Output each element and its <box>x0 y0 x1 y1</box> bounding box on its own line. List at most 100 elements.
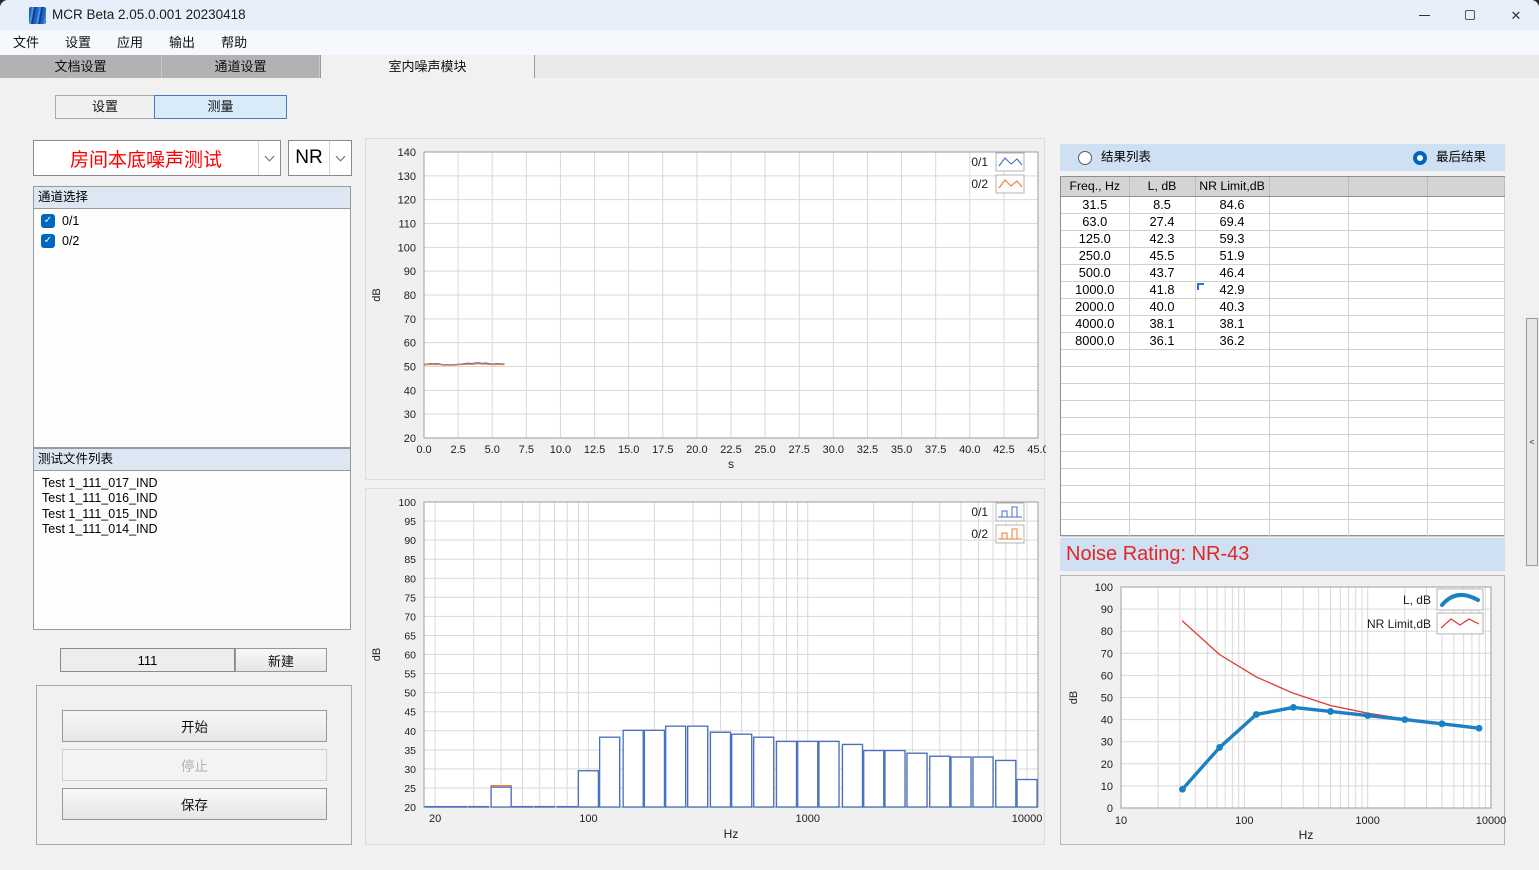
table-cell[interactable] <box>1348 400 1427 417</box>
table-cell[interactable] <box>1129 434 1195 451</box>
table-cell[interactable] <box>1061 417 1129 434</box>
table-cell[interactable]: 51.9 <box>1195 247 1269 264</box>
table-cell[interactable]: 42.9 <box>1195 281 1269 298</box>
table-cell[interactable] <box>1061 383 1129 400</box>
table-cell[interactable] <box>1427 332 1504 349</box>
table-cell[interactable] <box>1269 400 1348 417</box>
test-name-input[interactable] <box>60 648 235 672</box>
table-cell[interactable] <box>1269 349 1348 366</box>
table-cell[interactable] <box>1348 298 1427 315</box>
table-cell[interactable] <box>1348 213 1427 230</box>
table-cell[interactable]: 2000.0 <box>1061 298 1129 315</box>
close-button[interactable]: ✕ <box>1493 0 1539 30</box>
menu-item-output[interactable]: 输出 <box>156 30 208 55</box>
table-cell[interactable]: 250.0 <box>1061 247 1129 264</box>
table-cell[interactable] <box>1427 383 1504 400</box>
table-cell[interactable] <box>1427 349 1504 366</box>
table-cell[interactable] <box>1129 485 1195 502</box>
table-cell[interactable] <box>1269 502 1348 519</box>
main-tab-channel-settings[interactable]: 通道设置 <box>162 55 320 78</box>
table-cell[interactable] <box>1348 468 1427 485</box>
stop-button[interactable]: 停止 <box>62 749 327 781</box>
radio-result-list[interactable] <box>1078 151 1092 165</box>
table-cell[interactable] <box>1348 315 1427 332</box>
table-cell[interactable] <box>1427 281 1504 298</box>
table-cell[interactable] <box>1061 400 1129 417</box>
table-cell[interactable] <box>1427 315 1504 332</box>
start-button[interactable]: 开始 <box>62 710 327 742</box>
table-cell[interactable]: 125.0 <box>1061 230 1129 247</box>
table-cell[interactable] <box>1129 383 1195 400</box>
tab-settings[interactable]: 设置 <box>55 95 155 119</box>
table-cell[interactable]: 8.5 <box>1129 196 1195 213</box>
main-tab-room-noise-module[interactable]: 室内噪声模块 <box>320 55 535 78</box>
table-cell[interactable] <box>1269 366 1348 383</box>
table-cell[interactable]: 38.1 <box>1129 315 1195 332</box>
table-cell[interactable] <box>1427 247 1504 264</box>
table-cell[interactable] <box>1269 383 1348 400</box>
table-cell[interactable] <box>1348 349 1427 366</box>
test-type-combobox[interactable]: 房间本底噪声测试 <box>33 140 281 176</box>
table-cell[interactable] <box>1427 519 1504 536</box>
table-cell[interactable] <box>1427 417 1504 434</box>
table-cell[interactable] <box>1348 196 1427 213</box>
table-cell[interactable] <box>1195 451 1269 468</box>
table-cell[interactable] <box>1195 417 1269 434</box>
table-cell[interactable] <box>1427 298 1504 315</box>
table-cell[interactable]: 63.0 <box>1061 213 1129 230</box>
main-tab-document-settings[interactable]: 文档设置 <box>0 55 162 78</box>
table-cell[interactable]: 84.6 <box>1195 196 1269 213</box>
table-cell[interactable] <box>1427 400 1504 417</box>
table-cell[interactable] <box>1061 349 1129 366</box>
table-cell[interactable] <box>1061 519 1129 536</box>
table-cell[interactable]: 500.0 <box>1061 264 1129 281</box>
table-cell[interactable] <box>1061 485 1129 502</box>
table-cell[interactable] <box>1348 383 1427 400</box>
table-cell[interactable] <box>1269 417 1348 434</box>
table-cell[interactable] <box>1427 434 1504 451</box>
table-cell[interactable] <box>1129 417 1195 434</box>
list-item[interactable]: Test 1_111_016_IND <box>34 491 350 506</box>
table-cell[interactable] <box>1348 519 1427 536</box>
table-cell[interactable] <box>1129 400 1195 417</box>
table-cell[interactable] <box>1348 451 1427 468</box>
chevron-down-icon[interactable] <box>258 141 280 175</box>
panel-collapse-handle[interactable]: < <box>1526 318 1538 566</box>
menu-item-apply[interactable]: 应用 <box>104 30 156 55</box>
table-cell[interactable] <box>1195 400 1269 417</box>
table-cell[interactable] <box>1348 502 1427 519</box>
table-cell[interactable]: 38.1 <box>1195 315 1269 332</box>
table-cell[interactable]: 45.5 <box>1129 247 1195 264</box>
table-cell[interactable]: 46.4 <box>1195 264 1269 281</box>
table-cell[interactable] <box>1269 298 1348 315</box>
table-cell[interactable] <box>1348 366 1427 383</box>
table-cell[interactable]: 31.5 <box>1061 196 1129 213</box>
table-cell[interactable] <box>1269 332 1348 349</box>
table-cell[interactable] <box>1348 417 1427 434</box>
table-cell[interactable] <box>1427 366 1504 383</box>
table-cell[interactable]: 40.3 <box>1195 298 1269 315</box>
table-cell[interactable] <box>1269 196 1348 213</box>
list-item[interactable]: Test 1_111_014_IND <box>34 522 350 537</box>
tab-measure[interactable]: 测量 <box>154 95 287 119</box>
table-cell[interactable] <box>1269 485 1348 502</box>
table-cell[interactable]: 27.4 <box>1129 213 1195 230</box>
table-cell[interactable] <box>1269 230 1348 247</box>
table-cell[interactable] <box>1269 213 1348 230</box>
table-cell[interactable] <box>1129 366 1195 383</box>
checkbox-checked-icon[interactable]: ✓ <box>41 234 55 248</box>
table-cell[interactable] <box>1269 451 1348 468</box>
table-cell[interactable] <box>1427 468 1504 485</box>
table-cell[interactable] <box>1195 349 1269 366</box>
table-cell[interactable] <box>1269 264 1348 281</box>
table-cell[interactable] <box>1061 366 1129 383</box>
checkbox-checked-icon[interactable]: ✓ <box>41 214 55 228</box>
table-cell[interactable] <box>1061 434 1129 451</box>
table-cell[interactable] <box>1269 434 1348 451</box>
table-cell[interactable] <box>1269 247 1348 264</box>
table-cell[interactable] <box>1061 502 1129 519</box>
table-cell[interactable] <box>1269 281 1348 298</box>
channel-item[interactable]: ✓0/2 <box>41 232 350 249</box>
table-cell[interactable] <box>1269 468 1348 485</box>
menu-item-help[interactable]: 帮助 <box>208 30 260 55</box>
